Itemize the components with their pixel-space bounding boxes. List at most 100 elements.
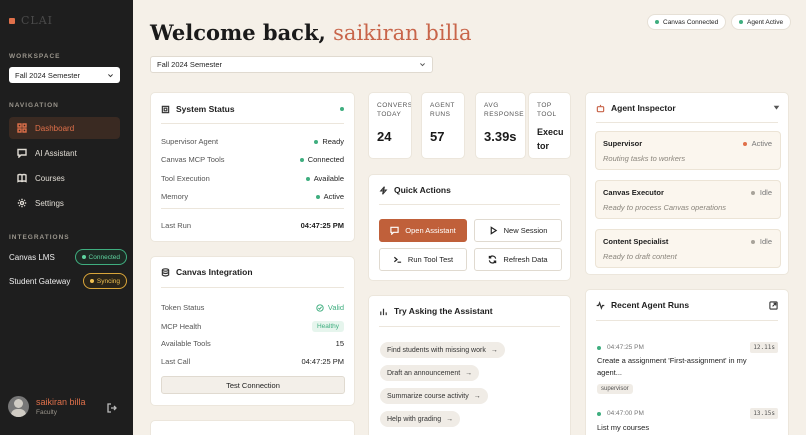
agent-status-text: Idle — [759, 188, 772, 197]
chip-label: Help with grading — [387, 415, 442, 423]
stat-label: CONVERSATIONS TODAY — [377, 102, 411, 118]
open-assistant-button[interactable]: Open Assistant — [379, 219, 467, 242]
canvas-connected-badge: Canvas Connected — [647, 14, 727, 30]
grid-icon — [17, 123, 27, 133]
stat-value: 24 — [377, 129, 392, 144]
user-name: saikiran billa — [36, 397, 86, 407]
user-profile[interactable]: saikiran billa Faculty — [8, 396, 126, 417]
button-label: Open Assistant — [405, 226, 456, 235]
nav-item-dashboard[interactable]: Dashboard — [9, 117, 120, 139]
workspace-select[interactable]: Fall 2024 Semester — [9, 67, 120, 83]
row-label: Memory — [161, 192, 189, 201]
token-status-row: Token Status Valid — [161, 303, 344, 312]
row-label: Last Run — [161, 221, 192, 230]
row-value: Ready — [322, 137, 344, 146]
card-title: Agent Inspector — [611, 103, 676, 113]
run-time: 04:47:00 PM — [607, 410, 644, 417]
logo: CLAI — [9, 14, 53, 27]
status-row: Canvas MCP Tools Connected — [161, 155, 344, 164]
stat-top-tool: TOP TOOL Execu tor — [528, 92, 571, 159]
nav-item-courses[interactable]: Courses — [9, 167, 120, 189]
agent-status: Idle — [750, 188, 772, 197]
agent-name: Content Specialist — [603, 237, 669, 246]
badge-text: Canvas Connected — [663, 18, 719, 26]
app-root: CLAI WORKSPACE Fall 2024 Semester NAVIGA… — [0, 0, 806, 435]
row-value: 04:47:25 PM — [300, 221, 344, 230]
status-dot — [742, 141, 747, 146]
integration-canvas-lms[interactable]: Canvas LMS Connected — [9, 249, 127, 265]
status-dot — [597, 411, 601, 416]
divider — [379, 204, 560, 205]
divider — [161, 123, 344, 124]
divider — [161, 287, 344, 288]
card-title: Try Asking the Assistant — [394, 306, 493, 316]
semester-select[interactable]: Fall 2024 Semester — [150, 56, 433, 73]
integrations-label: INTEGRATIONS — [9, 234, 70, 241]
stat-label: AGENT RUNS — [430, 102, 455, 118]
test-connection-button[interactable]: Test Connection — [161, 376, 345, 394]
nav-item-ai-assistant[interactable]: AI Assistant — [9, 142, 120, 164]
nav-item-settings[interactable]: Settings — [9, 192, 120, 214]
new-session-button[interactable]: New Session — [474, 219, 562, 242]
card-title: Recent Agent Runs — [611, 300, 690, 310]
prompt-chip[interactable]: Summarize course activity → — [380, 388, 488, 404]
available-tools-row: Available Tools 15 — [161, 339, 344, 348]
prompt-chip[interactable]: Help with grading → — [380, 411, 461, 427]
mcp-health-row: MCP Health Healthy — [161, 321, 344, 332]
row-value: 04:47:25 PM — [301, 357, 344, 366]
run-text[interactable]: Create a assignment 'First-assignment' i… — [597, 355, 767, 379]
card-header: Quick Actions — [379, 185, 451, 195]
agent-card-canvas-executor[interactable]: Canvas Executor Idle Ready to process Ca… — [595, 180, 781, 219]
collapse-caret-icon[interactable] — [773, 104, 780, 111]
sidebar: CLAI WORKSPACE Fall 2024 Semester NAVIGA… — [0, 0, 133, 435]
chevron-down-icon — [108, 73, 113, 77]
activity-icon — [596, 300, 605, 310]
status-badge-text: Connected — [88, 253, 120, 261]
database-icon — [161, 267, 170, 277]
stat-value: 3.39s — [484, 129, 517, 144]
logout-icon[interactable] — [107, 403, 117, 413]
stat-value: 57 — [430, 129, 445, 144]
button-label: New Session — [503, 226, 548, 235]
status-dot — [739, 20, 743, 24]
prompt-chip[interactable]: Find students with missing work → — [380, 342, 505, 358]
chip-icon — [161, 105, 170, 113]
live-dot — [340, 107, 344, 111]
agent-name: Canvas Executor — [603, 188, 664, 197]
canvas-integration-card: Canvas Integration Token Status Valid MCP… — [150, 256, 355, 406]
prompt-chip[interactable]: Draft an announcement → — [380, 365, 480, 381]
run-text[interactable]: List my courses — [597, 422, 767, 434]
bot-icon — [596, 104, 605, 112]
external-link-icon[interactable] — [769, 301, 778, 310]
integration-student-gateway[interactable]: Student Gateway Syncing — [9, 273, 127, 289]
refresh-data-button[interactable]: Refresh Data — [474, 248, 562, 271]
status-badge: Syncing — [82, 273, 127, 289]
welcome-prefix: Welcome back, — [150, 20, 326, 45]
row-value: Available — [313, 174, 344, 183]
status-dot — [299, 157, 304, 162]
status-dot — [81, 255, 86, 259]
agent-card-content-specialist[interactable]: Content Specialist Idle Ready to draft c… — [595, 229, 781, 268]
nav-item-label: Courses — [35, 173, 65, 183]
run-tool-test-button[interactable]: Run Tool Test — [379, 248, 467, 271]
row-value: Valid — [327, 303, 344, 312]
quick-actions-card: Quick Actions Open Assistant New Session… — [368, 174, 571, 281]
stat-avg-response: AVG RESPONSE 3.39s — [475, 92, 526, 159]
agent-status-text: Idle — [759, 237, 772, 246]
status-dot — [750, 190, 755, 195]
status-badge-text: Syncing — [96, 277, 120, 285]
nav-item-label: Settings — [35, 198, 64, 208]
chip-label: Summarize course activity — [387, 392, 469, 400]
divider — [161, 208, 344, 209]
card-header: Try Asking the Assistant — [379, 306, 493, 316]
badge-text: Agent Active — [747, 18, 784, 26]
status-dot — [305, 176, 310, 181]
nav-item-label: Dashboard — [35, 123, 75, 133]
stat-value: Execu tor — [537, 127, 564, 151]
agent-card-supervisor[interactable]: Supervisor Active Routing tasks to worke… — [595, 131, 781, 170]
run-duration: 12.11s — [750, 342, 778, 353]
row-label: Supervisor Agent — [161, 137, 219, 146]
play-icon — [490, 226, 497, 235]
status-dot — [314, 139, 319, 144]
nav-item-label: AI Assistant — [35, 148, 77, 158]
